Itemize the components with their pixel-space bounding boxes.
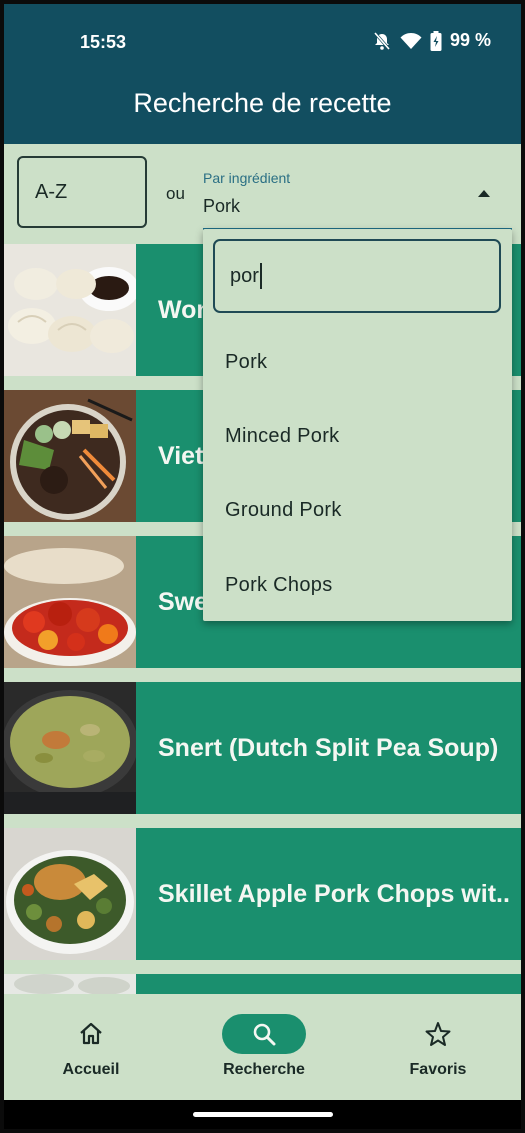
az-sort-field[interactable]: A-Z [17,156,147,228]
dropdown-option[interactable]: Pork [225,351,267,374]
system-gesture-bar [4,1100,521,1129]
recipe-card[interactable]: Snert (Dutch Split Pea Soup) [4,682,521,814]
recipe-image-pork-chops [4,828,136,960]
star-icon [396,1014,480,1054]
ingredient-dropdown: por Pork Minced Pork Ground Pork Pork Ch… [203,229,512,621]
ingredient-select-label: Par ingrédient [203,170,291,186]
recipe-card[interactable]: Skillet Apple Pork Chops wit... [4,828,521,960]
recipe-image-dumplings [4,244,136,376]
nav-home-label: Accueil [62,1061,120,1078]
recipe-title: Skillet Apple Pork Chops wit... [158,879,511,908]
home-gesture-handle[interactable] [193,1112,333,1117]
ingredient-select[interactable]: Par ingrédient Pork [203,164,512,230]
recipe-image-sweet-sour [4,536,136,668]
recipe-image-pea-soup [4,682,136,814]
battery-percent: 99 % [449,30,491,50]
app-bar: 15:53 99 % Recherche de recette [4,4,521,144]
nav-favorites[interactable]: Favoris [363,994,513,1100]
battery-icon [430,30,442,51]
ingredient-select-value: Pork [203,196,241,216]
recipe-image-bowl [4,390,136,522]
ingredient-search-input[interactable]: por [213,239,501,313]
bell-off-icon [372,31,392,51]
nav-favorites-label: Favoris [409,1061,467,1078]
dropdown-option[interactable]: Pork Chops [225,574,333,597]
nav-search-label: Recherche [223,1061,305,1078]
wifi-icon [400,32,422,50]
home-icon [49,1014,133,1054]
ingredient-search-text: por [230,264,259,287]
status-icons: 99 % [372,30,491,51]
dropdown-option[interactable]: Minced Pork [225,425,339,448]
or-label: ou [166,184,185,203]
nav-home[interactable]: Accueil [16,994,166,1100]
nav-search[interactable]: Recherche [189,994,339,1100]
status-time: 15:53 [80,32,127,52]
page-title: Recherche de recette [133,88,392,118]
search-icon [222,1014,306,1054]
app-screen: 15:53 99 % Recherche de recette A-Z ou P… [4,4,521,1129]
bottom-navigation: Accueil Recherche Favoris [4,994,521,1100]
recipe-title: Snert (Dutch Split Pea Soup) [158,733,499,762]
chevron-up-icon[interactable] [478,190,490,197]
dropdown-option[interactable]: Ground Pork [225,499,342,522]
text-cursor [259,263,262,289]
